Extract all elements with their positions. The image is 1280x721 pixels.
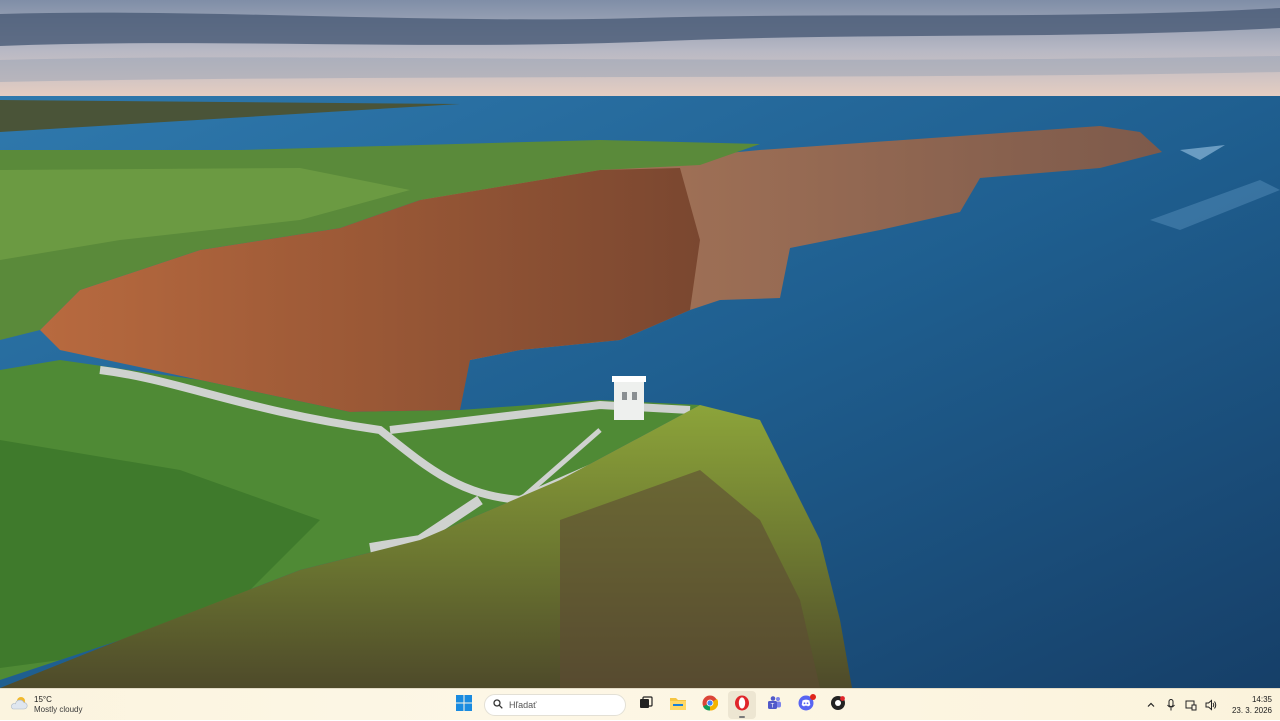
app-button[interactable] (824, 691, 852, 719)
task-view-icon (639, 695, 653, 715)
weather-temperature: 15°C (34, 695, 52, 704)
search-box[interactable]: Hľadať (484, 694, 626, 716)
search-placeholder: Hľadať (509, 700, 537, 710)
chrome-button[interactable] (696, 691, 724, 719)
microphone-icon[interactable] (1164, 698, 1178, 712)
taskbar: 15°C Mostly cloudy Hľadať T 14:35 23. 3.… (0, 688, 1280, 720)
search-icon (493, 696, 503, 714)
weather-widget[interactable]: 15°C Mostly cloudy (10, 693, 82, 717)
volume-icon[interactable] (1204, 698, 1218, 712)
notification-badge (810, 694, 816, 700)
folder-icon (670, 696, 686, 715)
taskbar-center: Hľadať T (450, 691, 852, 719)
weather-condition: Mostly cloudy (34, 705, 83, 714)
discord-button[interactable] (792, 691, 820, 719)
start-button[interactable] (450, 691, 478, 719)
chevron-up-icon[interactable] (1144, 698, 1158, 712)
active-indicator (739, 716, 745, 718)
clock-date: 23. 3. 2026 (1231, 706, 1272, 715)
clock-time: 14:35 (1251, 695, 1272, 704)
system-tray: 14:35 23. 3. 2026 (1144, 689, 1272, 721)
desktop-wallpaper (0, 0, 1280, 688)
file-explorer-button[interactable] (664, 691, 692, 719)
clock[interactable]: 14:35 23. 3. 2026 (1232, 694, 1272, 716)
task-view-button[interactable] (632, 691, 660, 719)
opera-button[interactable] (728, 691, 756, 719)
network-icon[interactable] (1184, 698, 1198, 712)
teams-icon: T (766, 695, 782, 716)
cloud-sun-icon (10, 696, 28, 715)
opera-icon (734, 695, 750, 716)
app-icon (830, 695, 846, 716)
teams-button[interactable]: T (760, 691, 788, 719)
chrome-icon (702, 695, 719, 716)
windows-logo-icon (456, 694, 472, 716)
svg-text:T: T (771, 703, 775, 709)
